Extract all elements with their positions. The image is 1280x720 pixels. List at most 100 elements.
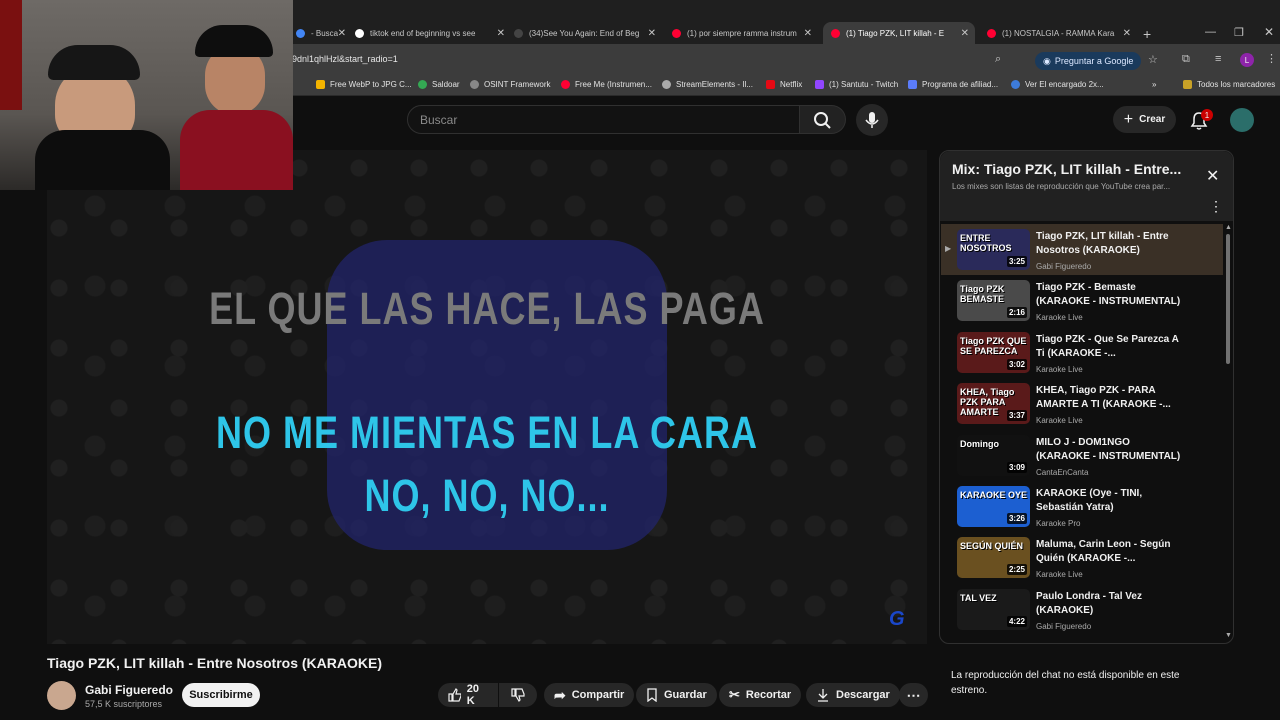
- close-tab-icon[interactable]: ✕: [648, 28, 656, 39]
- share-icon: ➦: [554, 686, 566, 703]
- playlist-item-channel: Karaoke Live: [1036, 416, 1083, 426]
- profile-avatar[interactable]: L: [1240, 53, 1254, 67]
- browser-tab[interactable]: tiktok end of beginning vs see ✕: [355, 22, 505, 44]
- browser-tab[interactable]: (1) NOSTALGIA - RAMMA Kara ✕: [987, 22, 1131, 44]
- media-control-icon[interactable]: ≡: [1215, 53, 1221, 65]
- video-duration: 3:26: [1006, 513, 1027, 524]
- playlist-item-title[interactable]: KHEA, Tiago PZK - PARA AMARTE A TI (KARA…: [1036, 384, 1186, 412]
- video-thumbnail[interactable]: TAL VEZ 4:22: [957, 588, 1030, 630]
- channel-avatar[interactable]: [47, 681, 76, 710]
- browser-tab[interactable]: (34)See You Again: End of Beg ✕: [514, 22, 656, 44]
- video-thumbnail[interactable]: Tiago PZK QUE SE PAREZCA 3:02: [957, 331, 1030, 373]
- scroll-down-icon[interactable]: ▼: [1225, 632, 1232, 639]
- playlist-menu-icon[interactable]: ⋮: [1209, 198, 1223, 215]
- now-playing-icon: ▶: [945, 244, 952, 253]
- bookmark-item[interactable]: Saldoar: [418, 80, 460, 89]
- create-button[interactable]: + Crear: [1113, 106, 1176, 133]
- video-thumbnail[interactable]: KARAOKE OYE 3:26: [957, 486, 1030, 527]
- close-window-icon[interactable]: ✕: [1264, 25, 1274, 39]
- browser-menu-icon[interactable]: ⋮: [1266, 52, 1277, 65]
- thumbs-down-icon: [511, 688, 525, 702]
- all-bookmarks-label: Todos los marcadores: [1197, 80, 1276, 89]
- bookmark-item[interactable]: OSINT Framework: [470, 80, 551, 89]
- account-avatar[interactable]: [1230, 108, 1254, 132]
- more-actions-icon[interactable]: ⋯: [899, 683, 928, 707]
- tab-favicon-icon: [672, 28, 681, 38]
- search-button[interactable]: [800, 105, 846, 134]
- new-tab-icon[interactable]: +: [1143, 26, 1151, 42]
- plus-icon: +: [1123, 110, 1134, 128]
- clip-button[interactable]: ✂ Recortar: [719, 683, 802, 707]
- scroll-up-icon[interactable]: ▲: [1225, 224, 1232, 231]
- bookmark-icon: [647, 688, 657, 702]
- video-thumbnail[interactable]: ENTRE NOSOTROS 3:25: [957, 229, 1030, 270]
- video-thumbnail[interactable]: Domingo 3:09: [957, 434, 1030, 476]
- channel-watermark-icon[interactable]: G: [889, 608, 905, 631]
- share-label: Compartir: [571, 689, 625, 701]
- search-input[interactable]: Buscar: [420, 113, 457, 127]
- voice-search-button[interactable]: [856, 104, 888, 136]
- notification-badge: 1: [1201, 109, 1213, 121]
- close-tab-icon[interactable]: ✕: [804, 28, 812, 39]
- save-button[interactable]: Guardar: [636, 683, 717, 707]
- playlist-item[interactable]: KHEA, Tiago PZK PARA AMARTE 3:37 KHEA, Tia…: [941, 378, 1223, 429]
- share-button[interactable]: ➦ Compartir: [544, 683, 635, 707]
- dislike-button[interactable]: [499, 683, 537, 707]
- download-button[interactable]: Descargar: [806, 683, 900, 707]
- playlist-scrollbar[interactable]: [1226, 234, 1230, 364]
- close-tab-icon[interactable]: ✕: [1123, 28, 1131, 39]
- person-left-cap: [48, 45, 140, 80]
- close-tab-icon[interactable]: ✕: [961, 28, 969, 39]
- zoom-icon[interactable]: ⌕: [995, 53, 1001, 66]
- like-button[interactable]: 20 K: [438, 683, 498, 707]
- close-tab-icon[interactable]: ✕: [338, 28, 346, 39]
- ask-google-button[interactable]: ◉ Preguntar a Google: [1035, 52, 1142, 70]
- bookmark-star-icon[interactable]: ☆: [1148, 53, 1158, 66]
- browser-tab[interactable]: (1) por siempre ramma instrum ✕: [672, 22, 812, 44]
- playlist-item-title[interactable]: MILO J - DOM1NGO (KARAOKE - INSTRUMENTAL…: [1036, 436, 1186, 464]
- close-icon[interactable]: ✕: [1206, 166, 1219, 186]
- bookmark-item[interactable]: (1) Santutu - Twitch: [815, 80, 898, 89]
- browser-tab-active[interactable]: (1) Tiago PZK, LIT killah - E ✕: [823, 22, 975, 44]
- video-thumbnail[interactable]: Tiago PZK BEMASTE 2:16: [957, 280, 1030, 322]
- playlist-item-current[interactable]: ▶ ENTRE NOSOTROS 3:25 Tiago PZK, LIT killah…: [941, 224, 1223, 275]
- extensions-icon[interactable]: ⧉: [1182, 53, 1190, 66]
- playlist-item-title[interactable]: Maluma, Carin Leon - Según Quién (KARAOK…: [1036, 538, 1186, 566]
- video-player[interactable]: EL QUE LAS HACE, LAS PAGA NO ME MIENTAS …: [47, 150, 927, 644]
- minimize-icon[interactable]: —: [1205, 26, 1216, 38]
- channel-name[interactable]: Gabi Figueredo: [85, 683, 173, 697]
- person-right-cap: [195, 25, 273, 57]
- bookmark-label: (1) Santutu - Twitch: [829, 80, 899, 89]
- bookmark-item[interactable]: Free WebP to JPG C...: [316, 80, 412, 89]
- all-bookmarks[interactable]: Todos los marcadores: [1183, 80, 1275, 89]
- bookmark-item[interactable]: Ver El encargado 2x...: [1011, 80, 1104, 89]
- playlist-item[interactable]: SEGÚN QUIÉN 2:25 Maluma, Carin Leon - Segú…: [941, 532, 1223, 583]
- playlist-item-title[interactable]: Tiago PZK - Que Se Parezca A Ti (KARAOKE…: [1036, 333, 1186, 361]
- url-field[interactable]: 9dnl1qhlHzl&start_radio=1: [292, 54, 398, 64]
- video-thumbnail[interactable]: SEGÚN QUIÉN 2:25: [957, 537, 1030, 579]
- playlist-item-title[interactable]: Tiago PZK, LIT killah - Entre Nosotros (…: [1036, 230, 1186, 258]
- browser-tab[interactable]: - Busca ✕: [296, 22, 346, 44]
- close-tab-icon[interactable]: ✕: [497, 28, 505, 39]
- playlist-item-title[interactable]: Paulo Londra - Tal Vez (KARAOKE): [1036, 590, 1186, 618]
- bookmark-item[interactable]: Free Me (Instrumen...: [561, 80, 652, 89]
- restore-icon[interactable]: ❐: [1234, 26, 1244, 39]
- playlist-item-title[interactable]: Tiago PZK - Bemaste (KARAOKE - INSTRUMEN…: [1036, 281, 1186, 309]
- bookmark-item[interactable]: Netflix: [766, 80, 802, 89]
- playlist-item[interactable]: Tiago PZK QUE SE PAREZCA 3:02 Tiago PZK - …: [941, 327, 1223, 378]
- playlist-item[interactable]: TAL VEZ 4:22 Paulo Londra - Tal Vez (KARAO…: [941, 584, 1223, 635]
- bookmark-item[interactable]: Programa de afiliad...: [908, 80, 998, 89]
- bookmarks-overflow-icon[interactable]: »: [1152, 80, 1156, 89]
- tab-label: - Busca: [311, 28, 339, 38]
- search-box[interactable]: [407, 105, 800, 134]
- microphone-icon: [865, 112, 879, 128]
- playlist-title[interactable]: Mix: Tiago PZK, LIT killah - Entre...: [952, 161, 1182, 177]
- bookmark-favicon-icon: [561, 80, 570, 89]
- playlist-item[interactable]: KARAOKE OYE 3:26 KARAOKE (Oye - TINI, Seba…: [941, 481, 1223, 532]
- subscribe-button[interactable]: Suscribirme: [182, 683, 260, 707]
- video-thumbnail[interactable]: KHEA, Tiago PZK PARA AMARTE 3:37: [957, 383, 1030, 425]
- bookmark-item[interactable]: StreamElements - Il...: [662, 80, 753, 89]
- playlist-item[interactable]: Domingo 3:09 MILO J - DOM1NGO (KARAOKE - I…: [941, 430, 1223, 481]
- playlist-item-title[interactable]: KARAOKE (Oye - TINI, Sebastián Yatra): [1036, 487, 1186, 515]
- playlist-item[interactable]: Tiago PZK BEMASTE 2:16 Tiago PZK - Bemaste…: [941, 275, 1223, 326]
